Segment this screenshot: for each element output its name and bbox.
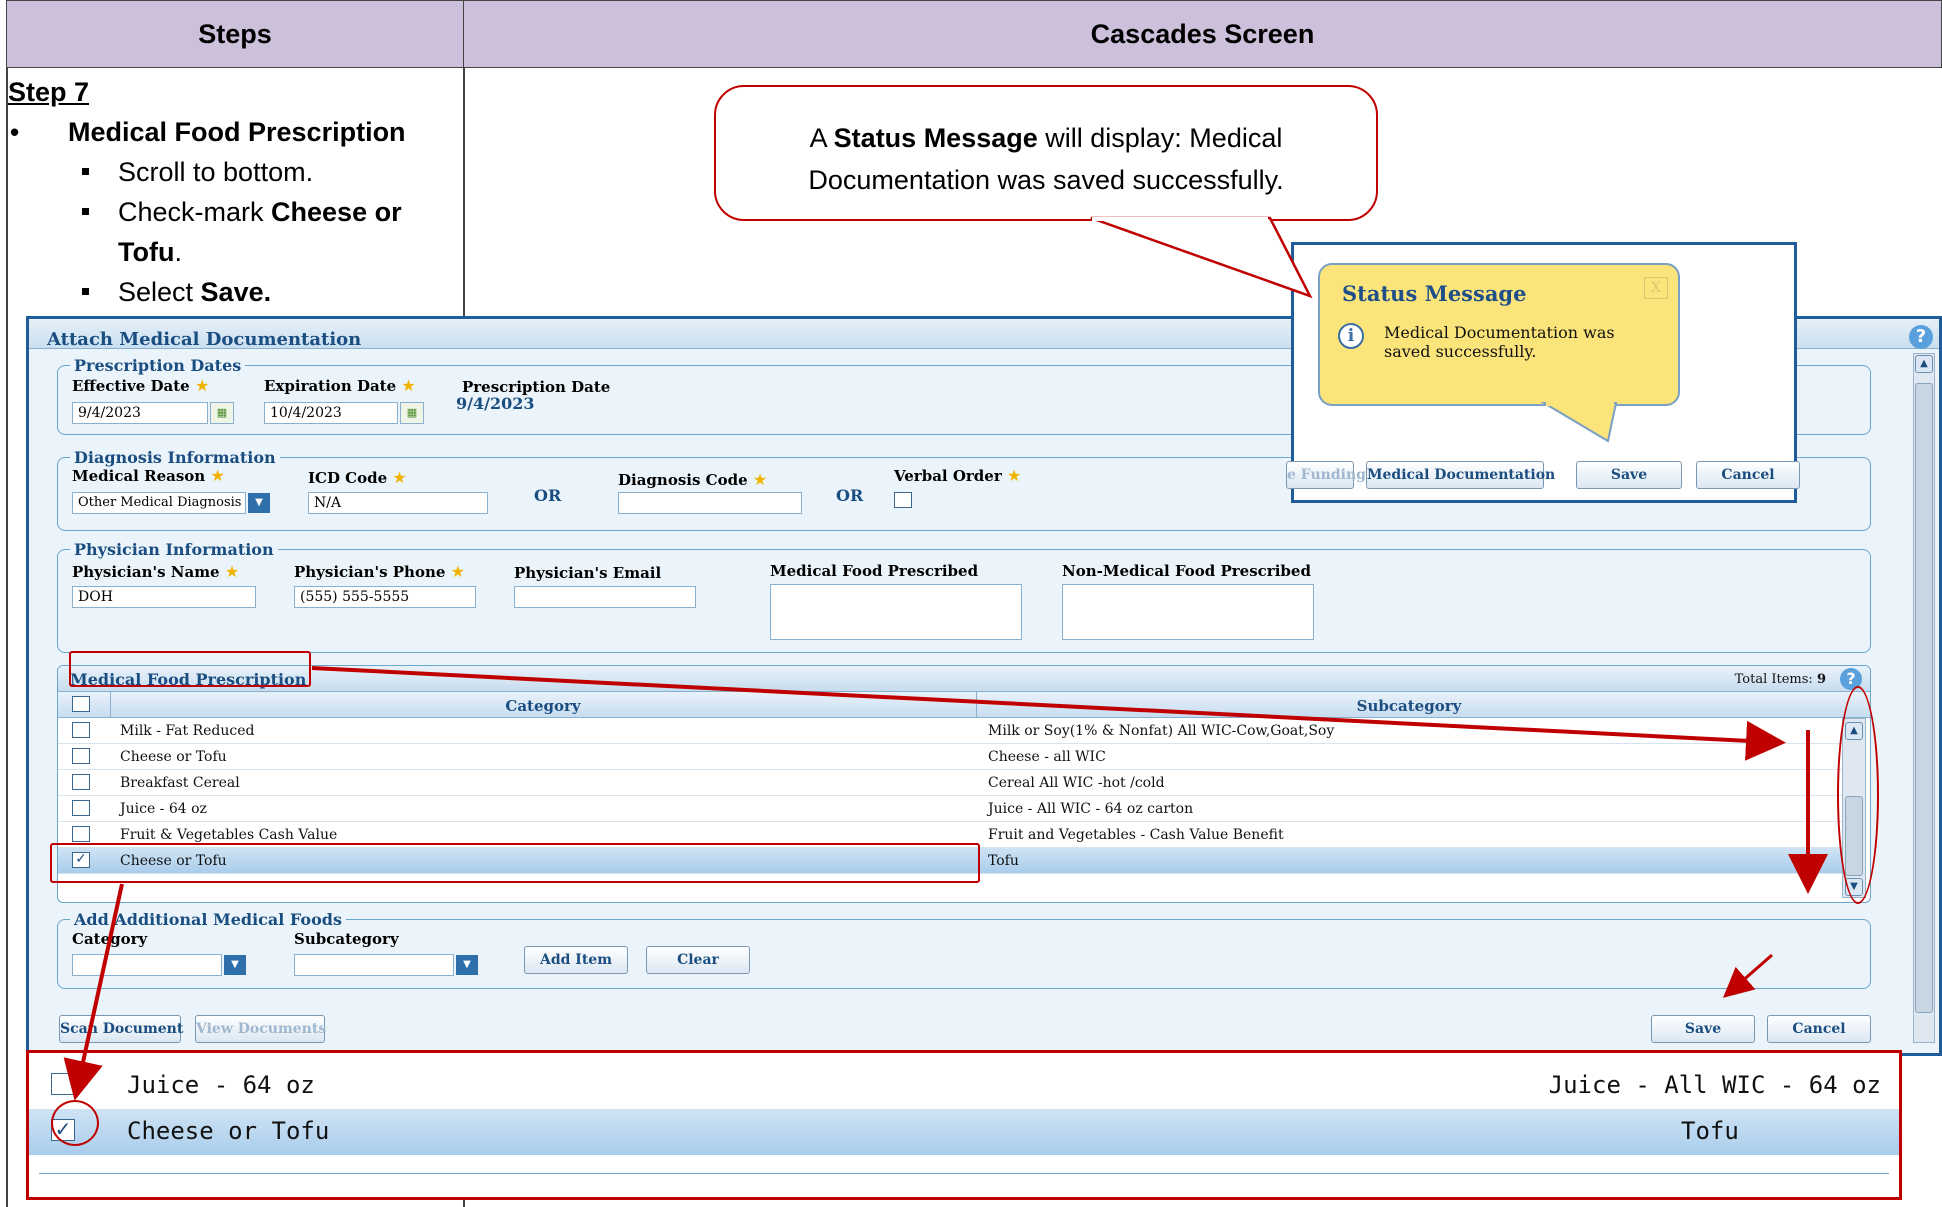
annotation-arrows: [63, 666, 1828, 1101]
